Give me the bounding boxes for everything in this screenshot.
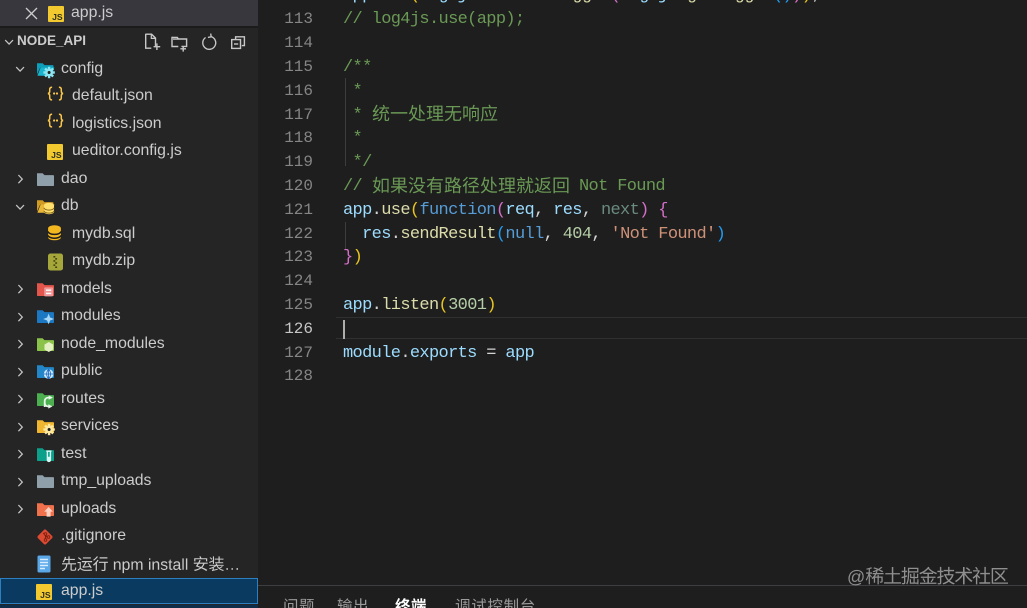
svg-text:JS: JS <box>52 12 63 22</box>
svg-text:JS: JS <box>40 590 51 600</box>
svg-text:JS: JS <box>51 150 62 160</box>
